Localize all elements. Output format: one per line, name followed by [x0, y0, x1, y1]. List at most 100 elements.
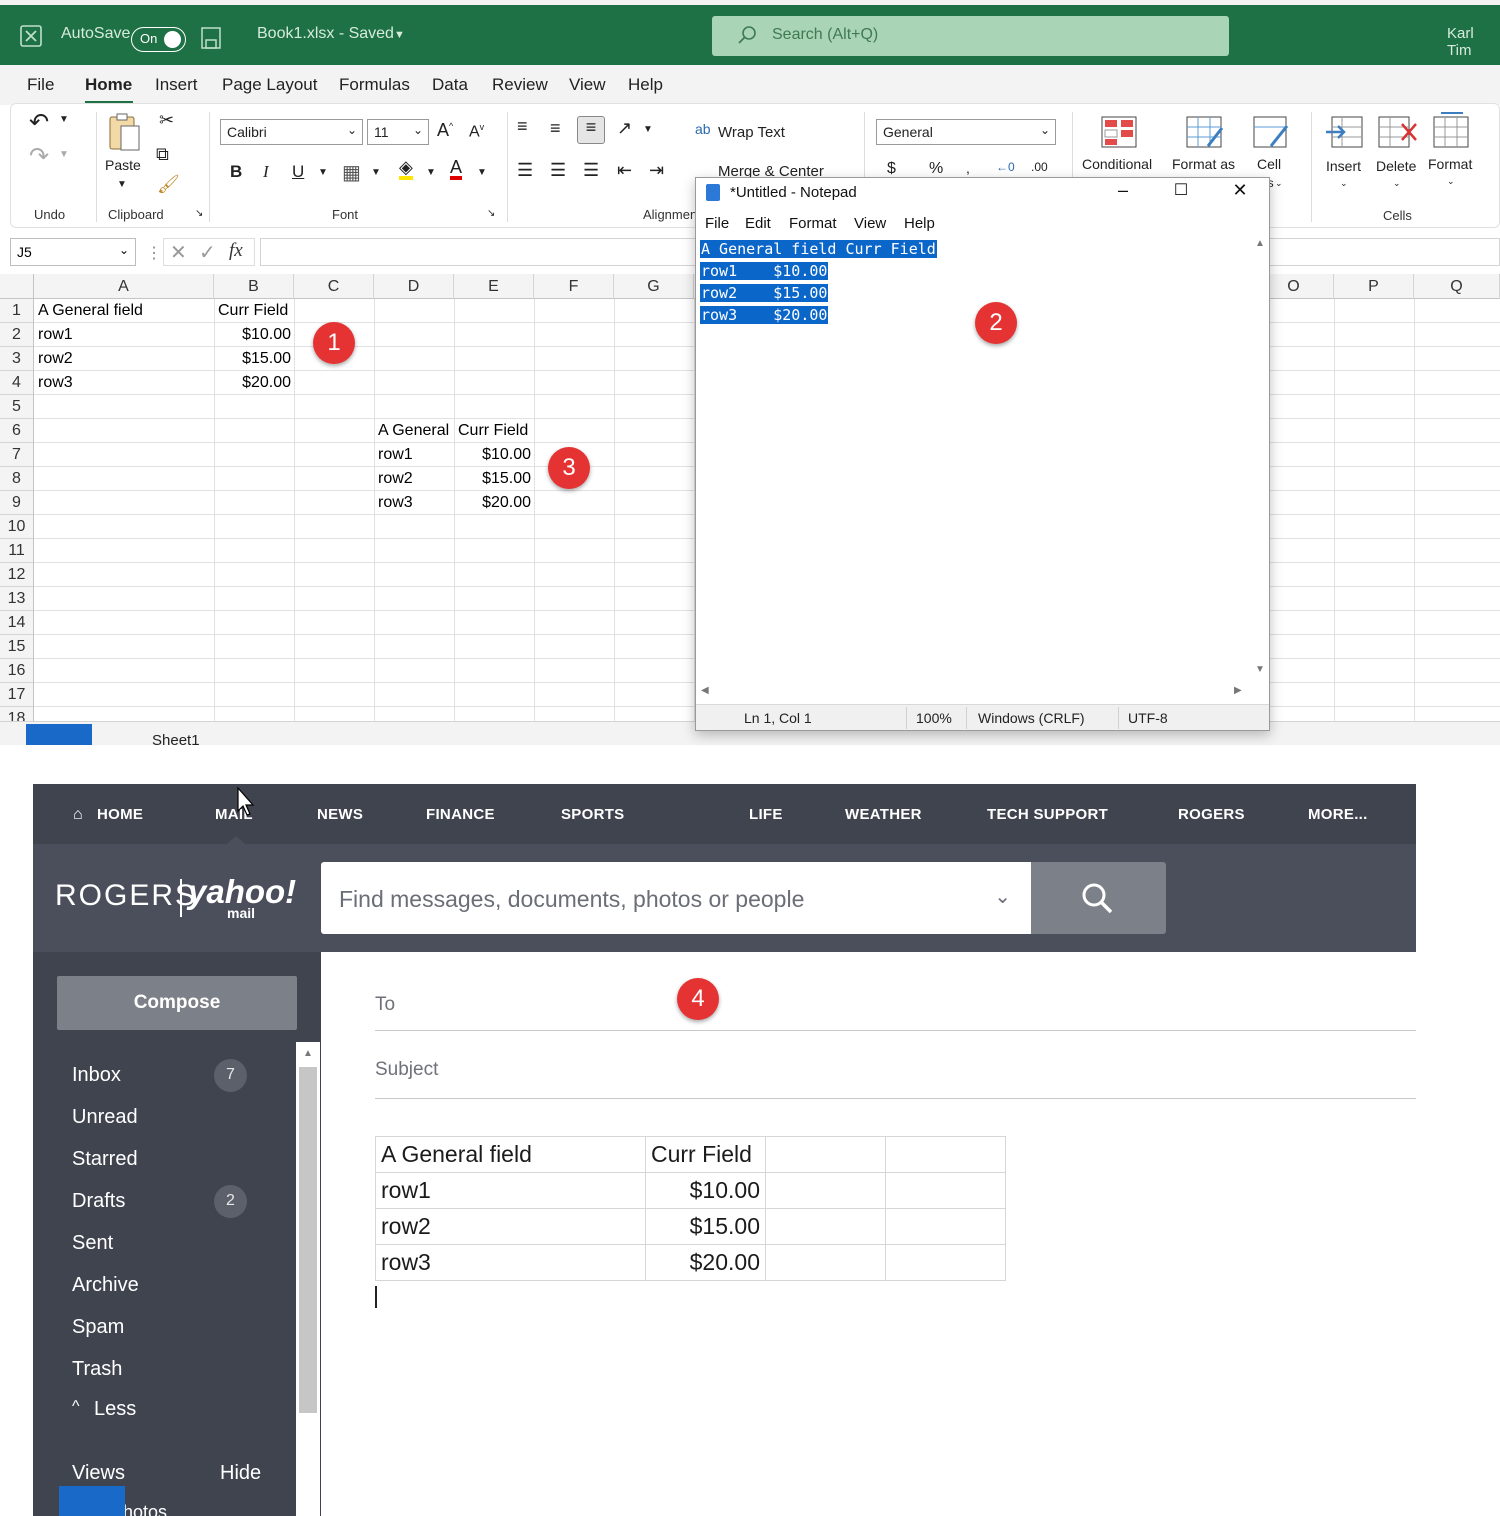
column-header[interactable]: F — [534, 274, 614, 299]
file-title[interactable]: Book1.xlsx - Saved — [257, 25, 394, 43]
minimize-icon[interactable]: – — [1103, 180, 1143, 206]
decrease-indent-icon[interactable]: ⇤ — [617, 160, 632, 181]
pasted-table[interactable]: A General field Curr Field row1 $10.00 r… — [375, 1136, 1006, 1281]
folder-starred[interactable]: Starred — [72, 1148, 138, 1171]
borders-dropdown-icon[interactable]: ▼ — [371, 167, 381, 178]
delete-dropdown-icon[interactable]: ⌄ — [1393, 178, 1401, 189]
table-cell[interactable] — [765, 1208, 886, 1245]
orientation-dropdown-icon[interactable]: ▼ — [643, 124, 653, 135]
hide-views-link[interactable]: Hide — [220, 1462, 261, 1485]
cell[interactable]: $20.00 — [454, 491, 534, 515]
cell[interactable]: row2 — [38, 347, 73, 371]
cell[interactable]: row1 — [378, 443, 413, 467]
column-header[interactable]: C — [294, 274, 374, 299]
less-toggle[interactable]: Less — [94, 1398, 136, 1421]
table-cell[interactable]: row2 — [375, 1208, 646, 1245]
mail-search-input[interactable]: Find messages, documents, photos or peop… — [321, 862, 1031, 934]
align-center-icon[interactable]: ☰ — [550, 160, 566, 181]
font-color-dropdown-icon[interactable]: ▼ — [477, 167, 487, 178]
table-cell[interactable] — [885, 1208, 1006, 1245]
wrap-text-icon[interactable]: ab — [695, 121, 711, 137]
nav-life[interactable]: LIFE — [749, 806, 783, 823]
row-header[interactable]: 11 — [0, 539, 34, 563]
column-header[interactable]: D — [374, 274, 454, 299]
row-header[interactable]: 3 — [0, 347, 34, 371]
cell[interactable]: A General field — [38, 299, 143, 323]
table-cell[interactable] — [765, 1136, 886, 1173]
cell[interactable]: Curr Field — [458, 419, 528, 443]
paste-dropdown-icon[interactable]: ▼ — [117, 179, 127, 190]
row-header[interactable]: 7 — [0, 443, 34, 467]
cell[interactable]: row3 — [378, 491, 413, 515]
row-header[interactable]: 13 — [0, 587, 34, 611]
insert-cells-button[interactable]: Insert — [1326, 158, 1361, 174]
table-cell[interactable]: $10.00 — [645, 1172, 766, 1209]
format-dropdown-icon[interactable]: ⌄ — [1447, 176, 1455, 187]
table-cell[interactable] — [765, 1172, 886, 1209]
cell[interactable]: $20.00 — [214, 371, 294, 395]
column-header[interactable]: B — [214, 274, 294, 299]
paste-label[interactable]: Paste — [105, 157, 141, 173]
row-header[interactable]: 6 — [0, 419, 34, 443]
percent-icon[interactable]: % — [929, 160, 943, 178]
folder-unread[interactable]: Unread — [72, 1106, 138, 1129]
underline-dropdown-icon[interactable]: ▼ — [318, 167, 328, 178]
folder-drafts[interactable]: Drafts — [72, 1190, 125, 1213]
tab-data[interactable]: Data — [432, 75, 468, 95]
table-cell[interactable]: row3 — [375, 1244, 646, 1281]
menu-edit[interactable]: Edit — [745, 215, 771, 232]
row-header[interactable]: 9 — [0, 491, 34, 515]
font-launcher-icon[interactable]: ↘ — [487, 208, 495, 219]
sheet-tab[interactable]: Sheet1 — [152, 732, 200, 745]
number-format-combo[interactable]: General ⌄ — [876, 119, 1056, 145]
insert-function-icon[interactable]: fx — [229, 240, 243, 262]
notepad-text-area[interactable]: A General field Curr Field row1 $10.00 r… — [700, 238, 937, 326]
account-name[interactable]: Karl Tim — [1447, 25, 1500, 59]
row-header[interactable]: 2 — [0, 323, 34, 347]
file-title-chevron-icon[interactable]: ▼ — [394, 29, 405, 41]
wrap-text-button[interactable]: Wrap Text — [718, 124, 785, 141]
cell[interactable]: $15.00 — [454, 467, 534, 491]
clipboard-launcher-icon[interactable]: ↘ — [195, 208, 203, 219]
format-cells-button[interactable]: Format — [1428, 156, 1472, 172]
tab-page-layout[interactable]: Page Layout — [222, 75, 317, 95]
font-name-combo[interactable]: Calibri ⌄ — [220, 119, 363, 145]
folder-spam[interactable]: Spam — [72, 1316, 124, 1339]
table-cell[interactable] — [885, 1244, 1006, 1281]
select-all-corner[interactable] — [0, 274, 34, 299]
row-header[interactable]: 8 — [0, 467, 34, 491]
menu-view[interactable]: View — [854, 215, 886, 232]
conditional-format-button[interactable]: Conditional — [1082, 156, 1152, 172]
cell[interactable]: row1 — [38, 323, 73, 347]
maximize-icon[interactable]: ☐ — [1161, 180, 1201, 206]
sidebar-scrollbar[interactable]: ▲ — [296, 1042, 320, 1516]
font-color-icon[interactable]: A — [450, 158, 463, 180]
align-right-icon[interactable]: ☰ — [583, 160, 599, 181]
conditional-format-icon[interactable] — [1101, 116, 1137, 148]
cancel-icon[interactable]: ✕ — [170, 240, 187, 265]
middle-align-icon[interactable]: ≡ — [550, 118, 561, 139]
column-header[interactable]: Q — [1414, 274, 1500, 299]
decrease-decimal-icon[interactable]: .00 — [1031, 160, 1048, 174]
fill-color-icon[interactable]: ◈ — [399, 158, 413, 180]
menu-format[interactable]: Format — [789, 215, 837, 232]
decrease-font-icon[interactable]: Av — [469, 122, 484, 141]
name-box[interactable]: J5 ⌄ — [10, 238, 136, 266]
nav-news[interactable]: NEWS — [317, 806, 363, 823]
drag-handle-icon[interactable]: ⋮ — [146, 243, 162, 263]
table-cell[interactable]: A General field — [375, 1136, 646, 1173]
table-cell[interactable]: $20.00 — [645, 1244, 766, 1281]
table-cell[interactable] — [885, 1172, 1006, 1209]
tab-review[interactable]: Review — [492, 75, 548, 95]
column-header[interactable]: P — [1334, 274, 1414, 299]
cut-icon[interactable]: ✂ — [159, 110, 174, 131]
currency-icon[interactable]: $ — [887, 160, 896, 178]
scroll-right-icon[interactable]: ▶ — [1234, 685, 1242, 696]
enter-icon[interactable]: ✓ — [199, 240, 216, 265]
folder-inbox[interactable]: Inbox — [72, 1064, 121, 1087]
folder-trash[interactable]: Trash — [72, 1358, 122, 1381]
cell[interactable]: row2 — [378, 467, 413, 491]
to-field[interactable]: To — [375, 994, 395, 1016]
cell[interactable]: row3 — [38, 371, 73, 395]
vertical-scrollbar[interactable]: ▲ ▼ — [1252, 236, 1268, 684]
